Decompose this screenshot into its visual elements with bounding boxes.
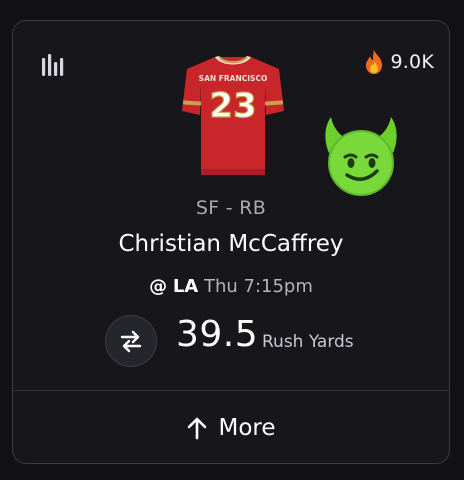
bar-chart-icon[interactable]: [41, 52, 67, 76]
smiling-imp-emoji: [325, 117, 397, 196]
opponent-team: LA: [172, 276, 199, 297]
player-prop-card: 9.0K SAN FRANCISCO 23 SF - RB Christian …: [12, 20, 450, 464]
fire-icon: [365, 50, 382, 74]
popularity-indicator: 9.0K: [363, 49, 434, 75]
matchup-info: @ LA Thu 7:15pm: [13, 276, 449, 297]
projection-value: 39.5: [176, 314, 259, 355]
more-button[interactable]: More: [13, 391, 449, 463]
player-name[interactable]: Christian McCaffrey: [13, 231, 449, 257]
team-position: SF - RB: [195, 197, 267, 219]
jersey-number: 23: [209, 86, 256, 126]
swap-button[interactable]: [105, 315, 157, 367]
jersey-team-text: SAN FRANCISCO: [199, 74, 268, 83]
stat-type: Rush Yards: [262, 332, 354, 352]
jersey-image: SAN FRANCISCO 23: [182, 56, 284, 175]
game-time: Thu 7:15pm: [203, 276, 313, 297]
more-label: More: [218, 415, 276, 441]
swap-arrows-icon: [120, 330, 142, 353]
arrow-up-icon: [188, 417, 207, 440]
popularity-count: 9.0K: [390, 51, 434, 73]
matchup-at-symbol: @: [149, 276, 168, 297]
